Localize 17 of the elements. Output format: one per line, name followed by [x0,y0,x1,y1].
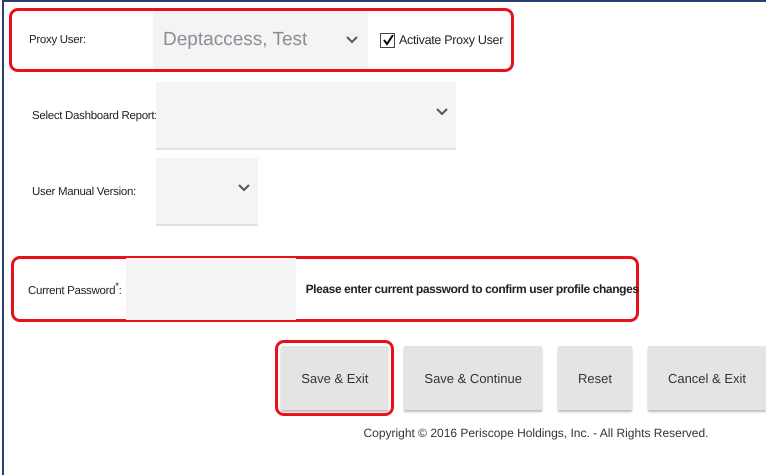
checkbox[interactable] [380,32,395,48]
password-field[interactable] [126,258,296,320]
action-button[interactable]: Save & Exit [281,346,388,410]
chevron-down-icon [436,108,448,116]
action-button[interactable]: Reset [558,346,632,410]
checkbox-label: Activate Proxy User [399,33,504,47]
chevron-down-icon [346,36,358,44]
field-label: Select Dashboard Report: [31,110,156,122]
field-label: User Manual Version: [31,186,137,198]
dashboard-report-dropdown[interactable] [156,82,456,150]
chevron-down-icon [238,184,250,192]
field-label: Proxy User: [28,34,87,46]
copyright-text: Copyright © 2016 Periscope Holdings, Inc. - All Rights Reserved. [362,426,710,440]
action-button[interactable]: Save & Continue [404,346,542,410]
action-button[interactable]: Cancel & Exit [648,346,766,410]
manual-version-dropdown[interactable] [156,158,258,226]
field-label: Current Password$^{*}$: [27,281,122,297]
